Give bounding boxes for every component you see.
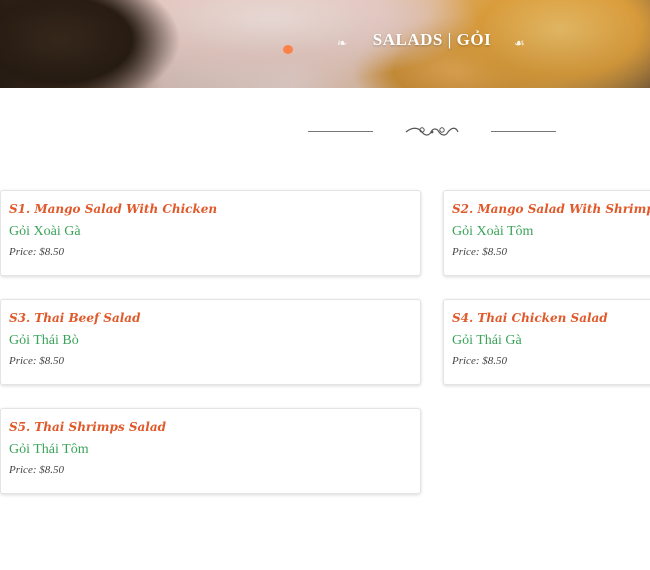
hero-banner: ❧ SALADS | GỎI ☙: [0, 0, 650, 88]
menu-item-price: Price: $8.50: [9, 464, 64, 476]
section-divider: [0, 122, 650, 142]
menu-item-price: Price: $8.50: [9, 246, 64, 258]
menu-item-vietnamese-name: Gỏi Xoài Tôm: [452, 224, 534, 239]
menu-item-card[interactable]: S5. Thai Shrimps Salad Gỏi Thái Tôm Pric…: [0, 408, 421, 494]
menu-item-name: S5. Thai Shrimps Salad: [9, 420, 166, 434]
menu-item-card[interactable]: S4. Thai Chicken Salad Gỏi Thái Gà Price…: [443, 299, 650, 385]
menu-item-name: S1. Mango Salad With Chicken: [9, 202, 218, 216]
menu-item-price: Price: $8.50: [452, 355, 507, 367]
menu-item-card[interactable]: S3. Thai Beef Salad Gỏi Thái Bò Price: $…: [0, 299, 421, 385]
page-title: SALADS | GỎI: [372, 30, 492, 49]
menu-item-name: S2. Mango Salad With Shrimps: [452, 202, 650, 216]
divider-line-left: [308, 131, 373, 132]
menu-item-card[interactable]: S1. Mango Salad With Chicken Gỏi Xoài Gà…: [0, 190, 421, 276]
menu-item-name: S4. Thai Chicken Salad: [452, 311, 608, 325]
menu-item-vietnamese-name: Gỏi Thái Gà: [452, 333, 522, 348]
menu-item-vietnamese-name: Gỏi Thái Tôm: [9, 442, 89, 457]
menu-item-name: S3. Thai Beef Salad: [9, 311, 141, 325]
menu-item-price: Price: $8.50: [9, 355, 64, 367]
menu-item-vietnamese-name: Gỏi Thái Bò: [9, 333, 79, 348]
divider-line-right: [491, 131, 556, 132]
scroll-flourish-icon: [405, 127, 459, 136]
leaf-flourish-icon: ☙: [514, 36, 525, 50]
menu-item-card[interactable]: S2. Mango Salad With Shrimps Gỏi Xoài Tô…: [443, 190, 650, 276]
menu-item-vietnamese-name: Gỏi Xoài Gà: [9, 224, 81, 239]
menu-item-price: Price: $8.50: [452, 246, 507, 258]
